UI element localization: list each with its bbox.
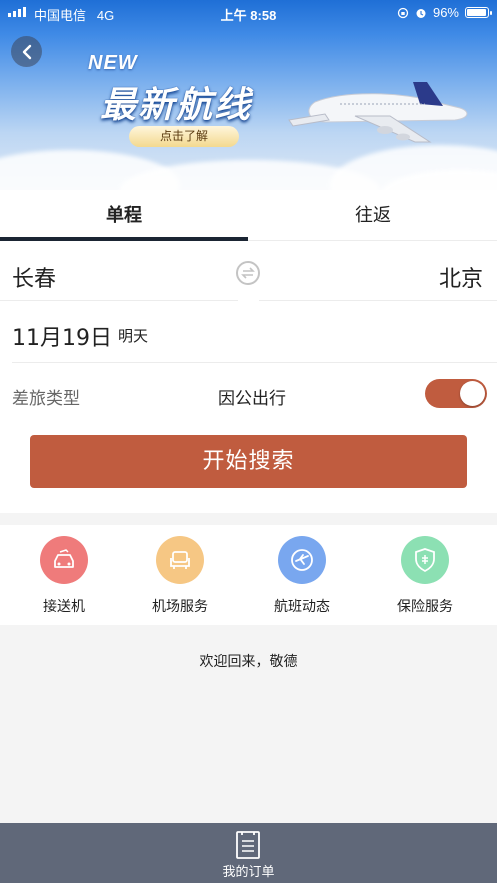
search-button[interactable]: 开始搜索 [30,435,467,488]
service-icon-bg [156,536,204,584]
chevron-left-icon [22,44,31,59]
trip-type-value: 因公出行 [218,389,286,409]
service-airport[interactable]: 机场服务 [118,525,242,625]
service-label: 保险服务 [397,599,453,615]
service-icon-bg [278,536,326,584]
airplane-illustration [288,82,468,143]
back-button[interactable] [11,36,42,67]
service-label: 航班动态 [274,599,330,615]
date-note: 明天 [118,327,149,345]
seat-icon [170,551,190,569]
rotation-lock-icon [397,7,409,18]
departure-city[interactable]: 长春 [12,261,56,293]
battery-percent: 96% [432,5,459,20]
services-grid: 接送机 机场服务 航班动态 保险服务 [0,525,497,625]
service-insurance[interactable]: 保险服务 [363,525,487,625]
trip-tabs: 单程 往返 [0,190,497,241]
service-flight-status[interactable]: 航班动态 [240,525,364,625]
service-label: 接送机 [43,599,85,615]
divider [0,300,238,301]
trip-type-label: 差旅类型 [12,389,80,409]
divider [12,362,497,363]
my-orders-label: 我的订单 [222,865,275,880]
order-list-icon [236,831,260,859]
flight-icon [291,549,313,571]
service-label: 机场服务 [152,599,208,615]
alarm-icon [416,8,426,18]
banner-new-tag: NEW [88,52,138,74]
service-icon-bg [401,536,449,584]
booking-card: 单程 往返 长春 北京 11月19日 明天 差旅类型 因公出行 开始搜索 [0,190,497,513]
welcome-message: 欢迎回来，敬德 [199,654,298,670]
shield-icon [415,548,435,573]
business-trip-toggle[interactable] [425,379,487,408]
banner-cta-button[interactable]: 点击了解 [129,126,239,147]
tab-round-trip[interactable]: 往返 [249,190,497,241]
departure-date: 11月19日 [12,326,112,351]
divider [259,300,497,301]
status-bar: 中国电信 4G 上午 8:58 96% [0,0,497,26]
bottom-nav: 我的订单 [0,823,497,883]
banner-title: 最新航线 [100,85,253,126]
toggle-knob [460,381,485,406]
promo-banner[interactable]: 中国电信 4G 上午 8:58 96% NEW 最新航线 点击了解 [0,0,497,190]
swap-icon [241,267,255,279]
tab-one-way[interactable]: 单程 [0,190,248,241]
swap-cities-button[interactable] [236,261,260,285]
tab-indicator [0,237,248,241]
car-icon [54,549,74,568]
arrival-city[interactable]: 北京 [439,261,483,293]
service-pickup[interactable]: 接送机 [2,525,126,625]
battery-icon [465,7,492,18]
service-icon-bg [40,536,88,584]
